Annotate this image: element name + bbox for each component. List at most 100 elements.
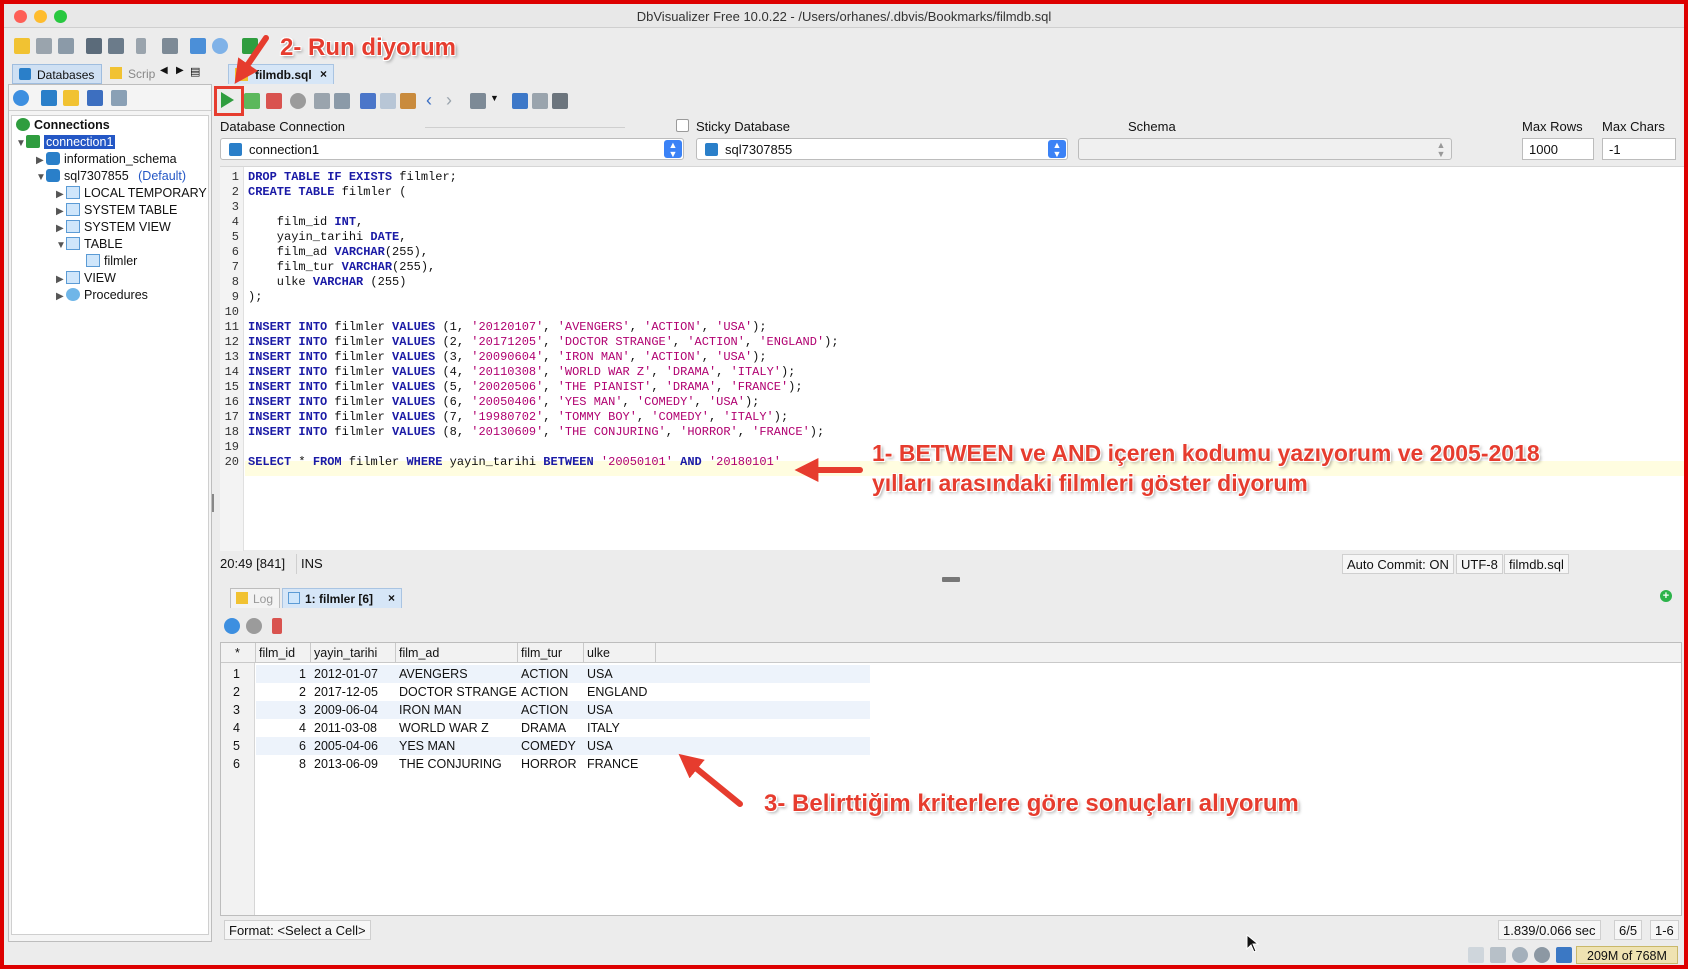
tree-node-local-temporary[interactable]: ▶ LOCAL TEMPORARY [56, 186, 207, 203]
tree-node-connection1[interactable]: ▼ connection1 [16, 135, 116, 152]
cell-film-ad[interactable]: IRON MAN [399, 703, 462, 717]
column-header-film-ad[interactable]: film_ad [399, 646, 439, 660]
paste-icon[interactable] [400, 93, 416, 109]
code-line[interactable]: INSERT INTO filmler VALUES (1, '20120107… [248, 320, 767, 334]
code-line[interactable]: SELECT * FROM filmler WHERE yayin_tarihi… [248, 455, 781, 469]
close-tab-icon[interactable]: × [388, 591, 395, 605]
refresh-icon[interactable] [13, 90, 29, 106]
tree-node-information-schema[interactable]: ▶ information_schema [36, 152, 177, 169]
code-line[interactable]: ulke VARCHAR (255) [248, 275, 407, 289]
disconnect-icon[interactable] [108, 38, 124, 54]
column-header-yayin-tarihi[interactable]: yayin_tarihi [314, 646, 377, 660]
select-arrows-icon[interactable]: ▲ ▼ [1048, 140, 1066, 159]
result-grid[interactable]: * film_id yayin_tarihi film_ad film_tur … [220, 642, 1682, 916]
code-line[interactable]: yayin_tarihi DATE, [248, 230, 407, 244]
format-selector[interactable]: Format: <Select a Cell> [224, 920, 371, 940]
cell-ulke[interactable]: FRANCE [587, 757, 638, 771]
sync-icon[interactable] [1512, 947, 1528, 963]
connection-select[interactable]: connection1 ▲ ▼ [220, 138, 684, 160]
tree-node-system-view[interactable]: ▶ SYSTEM VIEW [56, 220, 171, 237]
collapsed-arrow-icon[interactable]: ▶ [56, 274, 66, 285]
panel-divider[interactable] [212, 494, 216, 512]
cell-film-id[interactable]: 2 [261, 685, 306, 699]
cell-ulke[interactable]: USA [587, 667, 613, 681]
code-line[interactable]: INSERT INTO filmler VALUES (8, '20130609… [248, 425, 824, 439]
tools-icon[interactable] [162, 38, 178, 54]
code-line[interactable]: DROP TABLE IF EXISTS filmler; [248, 170, 457, 184]
chevron-left-icon[interactable]: ◀ [160, 65, 168, 76]
cell-film-ad[interactable]: AVENGERS [399, 667, 468, 681]
tab-log[interactable]: Log [230, 588, 280, 608]
tab-databases[interactable]: Databases [12, 64, 102, 84]
cut-icon[interactable] [360, 93, 376, 109]
code-line[interactable]: INSERT INTO filmler VALUES (7, '19980702… [248, 410, 788, 424]
cell-film-ad[interactable]: DOCTOR STRANGE [399, 685, 517, 699]
code-line[interactable]: INSERT INTO filmler VALUES (2, '20171205… [248, 335, 839, 349]
cell-film-tur[interactable]: ACTION [521, 685, 568, 699]
table-row[interactable]: 6 8 2013-06-09 THE CONJURING HORROR FRANCE [221, 755, 1681, 773]
max-chars-input[interactable]: -1 [1602, 138, 1676, 160]
export-icon[interactable] [272, 618, 282, 634]
cell-yayin-tarihi[interactable]: 2017-12-05 [314, 685, 378, 699]
save-all-icon[interactable] [58, 38, 74, 54]
list-icon[interactable] [1490, 947, 1506, 963]
collapsed-arrow-icon[interactable]: ▶ [56, 189, 66, 200]
tree-node-view[interactable]: ▶ VIEW [56, 271, 116, 288]
cell-yayin-tarihi[interactable]: 2013-06-09 [314, 757, 378, 771]
code-line[interactable]: INSERT INTO filmler VALUES (6, '20050406… [248, 395, 759, 409]
code-line[interactable]: film_id INT, [248, 215, 363, 229]
monitor-icon[interactable] [212, 38, 228, 54]
cell-film-ad[interactable]: WORLD WAR Z [399, 721, 489, 735]
collapsed-arrow-icon[interactable]: ▶ [56, 206, 66, 217]
corner-cell[interactable]: * [235, 646, 240, 660]
select-arrows-icon[interactable]: ▲ ▼ [664, 140, 682, 159]
collapsed-arrow-icon[interactable]: ▶ [56, 223, 66, 234]
row-number[interactable]: 1 [233, 667, 240, 681]
cell-yayin-tarihi[interactable]: 2009-06-04 [314, 703, 378, 717]
cell-film-tur[interactable]: HORROR [521, 757, 577, 771]
tree-node-connections[interactable]: Connections [16, 118, 110, 135]
tools-icon[interactable] [470, 93, 486, 109]
column-header-ulke[interactable]: ulke [587, 646, 610, 660]
cell-film-ad[interactable]: YES MAN [399, 739, 455, 753]
cell-ulke[interactable]: USA [587, 739, 613, 753]
tab-result-filmler[interactable]: 1: filmler [6] × [282, 588, 402, 608]
max-rows-input[interactable]: 1000 [1522, 138, 1594, 160]
stop-icon[interactable] [246, 618, 262, 634]
folder-icon[interactable] [14, 38, 30, 54]
cell-film-id[interactable]: 4 [261, 721, 306, 735]
tab-filmdb-sql[interactable]: filmdb.sql × [228, 64, 334, 84]
cell-film-id[interactable]: 8 [261, 757, 306, 771]
cell-ulke[interactable]: ITALY [587, 721, 620, 735]
tree-node-schema[interactable]: ▼ sql7307855 (Default) [36, 169, 186, 186]
grid-toggle-icon[interactable] [1468, 947, 1484, 963]
close-tab-icon[interactable]: × [320, 67, 327, 81]
select-arrows-icon[interactable]: ▲ ▼ [1432, 140, 1450, 159]
add-tab-icon[interactable]: + [1660, 590, 1672, 602]
tree-node-procedures[interactable]: ▶ Procedures [56, 288, 148, 305]
cell-film-tur[interactable]: COMEDY [521, 739, 576, 753]
auto-commit-status[interactable]: Auto Commit: ON [1342, 554, 1454, 574]
run-all-icon[interactable] [242, 38, 258, 54]
row-number[interactable]: 2 [233, 685, 240, 699]
save-icon[interactable] [36, 38, 52, 54]
save-icon[interactable] [314, 93, 330, 109]
document-icon[interactable] [136, 38, 146, 54]
back-icon[interactable]: ‹ [426, 90, 432, 111]
explain-icon[interactable] [552, 93, 568, 109]
expand-arrow-icon[interactable]: ▼ [56, 240, 66, 251]
cell-film-id[interactable]: 1 [261, 667, 306, 681]
row-number[interactable]: 5 [233, 739, 240, 753]
split-handle[interactable] [942, 577, 960, 582]
cell-film-id[interactable]: 6 [261, 739, 306, 753]
forward-icon[interactable]: › [446, 90, 452, 111]
trash-icon[interactable] [1556, 947, 1572, 963]
row-number[interactable]: 3 [233, 703, 240, 717]
cell-ulke[interactable]: ENGLAND [587, 685, 647, 699]
table-row[interactable]: 3 3 2009-06-04 IRON MAN ACTION USA [221, 701, 1681, 719]
dropdown-arrow-icon[interactable]: ▼ [490, 93, 499, 103]
tab-scripts[interactable]: Scrip [104, 64, 156, 84]
cell-film-tur[interactable]: ACTION [521, 667, 568, 681]
cell-film-id[interactable]: 3 [261, 703, 306, 717]
code-line[interactable]: INSERT INTO filmler VALUES (3, '20090604… [248, 350, 767, 364]
